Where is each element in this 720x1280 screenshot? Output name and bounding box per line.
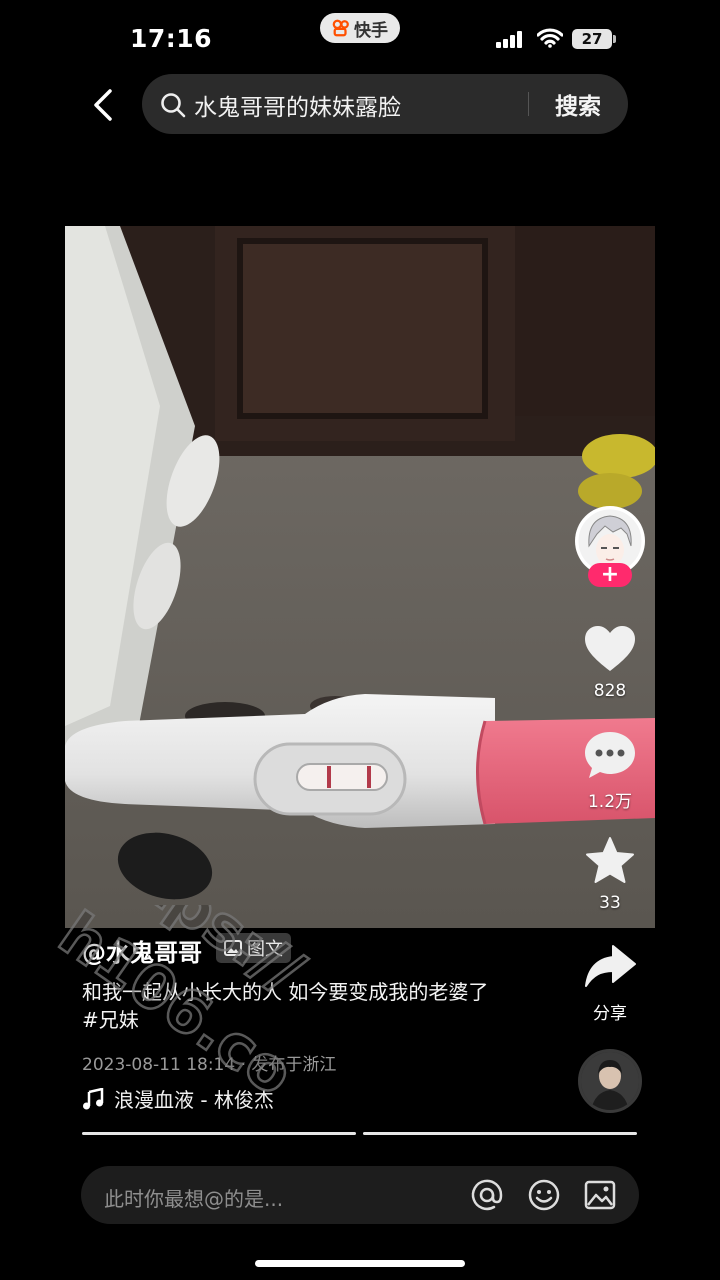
music-title: 浪漫血液 - 林俊杰 bbox=[114, 1088, 274, 1112]
emoji-icon[interactable] bbox=[527, 1178, 561, 1212]
post-image[interactable] bbox=[65, 226, 655, 928]
search-divider bbox=[528, 92, 529, 116]
follow-button[interactable]: + bbox=[588, 563, 632, 587]
image-icon bbox=[224, 940, 242, 956]
search-icon bbox=[161, 93, 186, 118]
image-post-tag: 图文 bbox=[216, 933, 291, 963]
singer-avatar-icon bbox=[581, 1052, 639, 1110]
back-arrow-icon[interactable] bbox=[88, 88, 120, 122]
search-input[interactable]: 水鬼哥哥的妹妹露脸 bbox=[194, 88, 401, 122]
app-return-pill[interactable]: 快手 bbox=[320, 13, 400, 43]
gallery-icon[interactable] bbox=[583, 1178, 617, 1212]
comment-icon[interactable] bbox=[583, 730, 637, 780]
music-disc[interactable] bbox=[578, 1049, 642, 1113]
status-time: 17:16 bbox=[130, 24, 213, 53]
heart-icon[interactable] bbox=[583, 624, 637, 674]
cellular-signal-icon bbox=[496, 31, 522, 48]
battery-indicator: 27 bbox=[572, 29, 616, 49]
app-pill-label: 快手 bbox=[354, 20, 388, 41]
kuaishou-logo-icon bbox=[332, 19, 349, 37]
post-caption[interactable]: 和我一起从小长大的人 如今要变成我的老婆了 #兄妹 bbox=[82, 978, 502, 1034]
wifi-icon bbox=[537, 28, 563, 48]
image-progress-2 bbox=[363, 1132, 637, 1135]
music-note-icon bbox=[83, 1087, 104, 1109]
image-progress-1 bbox=[82, 1132, 356, 1135]
author-name[interactable]: @水鬼哥哥 bbox=[82, 933, 202, 968]
comment-count: 1.2万 bbox=[587, 792, 633, 812]
mention-icon[interactable] bbox=[470, 1178, 504, 1212]
share-label: 分享 bbox=[593, 1004, 627, 1024]
post-meta: 2023-08-11 18:14 · 发布于浙江 bbox=[82, 1055, 337, 1075]
share-arrow-icon[interactable] bbox=[583, 942, 637, 992]
comment-input[interactable]: 此时你最想@的是... bbox=[104, 1183, 283, 1212]
star-icon[interactable] bbox=[583, 836, 637, 886]
favorite-count: 33 bbox=[599, 893, 621, 913]
home-indicator[interactable] bbox=[255, 1260, 465, 1267]
search-button[interactable]: 搜索 bbox=[555, 87, 601, 121]
like-count: 828 bbox=[593, 681, 627, 701]
image-post-tag-label: 图文 bbox=[247, 939, 283, 960]
pregnancy-test-photo bbox=[65, 226, 655, 928]
music-info[interactable]: 浪漫血液 - 林俊杰 bbox=[82, 1084, 274, 1113]
